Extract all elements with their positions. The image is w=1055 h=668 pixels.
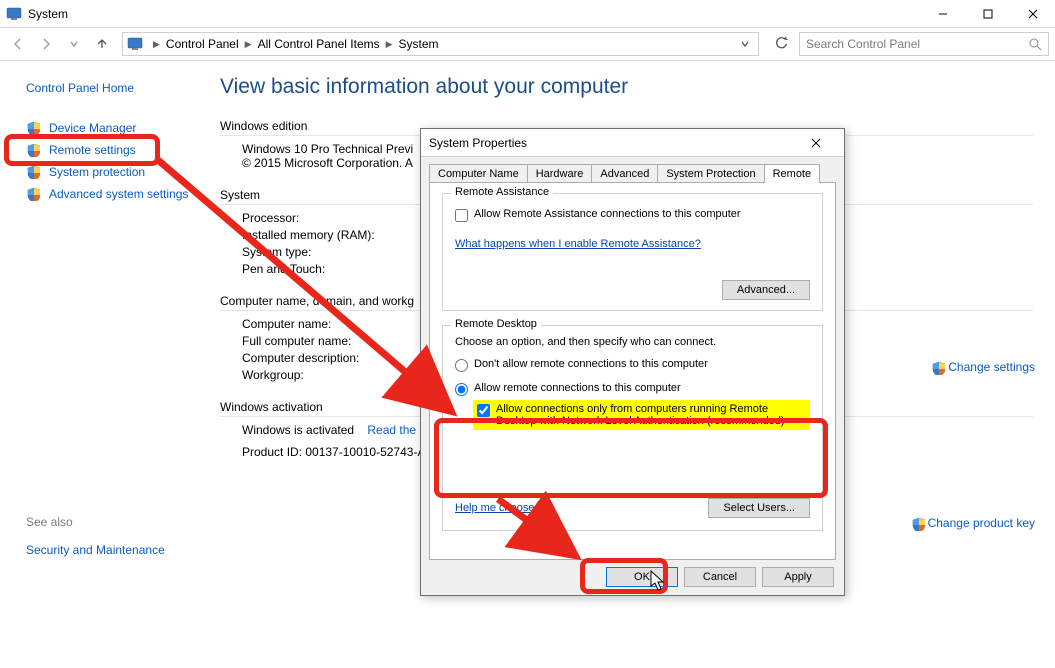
group-remote-desktop: Remote Desktop Choose an option, and the… (442, 325, 823, 531)
group-legend: Remote Assistance (451, 186, 553, 198)
read-license-link[interactable]: Read the l (367, 423, 422, 437)
label-full-computer-name: Full computer name: (242, 334, 420, 348)
dialog-button-row: OK Cancel Apply (606, 567, 834, 587)
shield-icon (26, 187, 40, 201)
group-legend: Remote Desktop (451, 318, 541, 330)
change-product-key-link[interactable]: Change product key (911, 516, 1035, 531)
change-settings-link[interactable]: Change settings (931, 360, 1035, 375)
shield-icon (26, 121, 40, 135)
window-title: System (28, 7, 920, 21)
tab-body-remote: Remote Assistance Allow Remote Assistanc… (429, 182, 836, 560)
chevron-right-icon[interactable]: ▶ (153, 39, 160, 50)
breadcrumb-dropdown[interactable] (736, 39, 754, 49)
checkbox-nla-only[interactable]: Allow connections only from computers ru… (473, 400, 810, 430)
sidebar-item-remote-settings[interactable]: Remote settings (26, 139, 210, 161)
select-users-button[interactable]: Select Users... (708, 498, 810, 518)
ok-button[interactable]: OK (606, 567, 678, 587)
search-icon (1028, 37, 1042, 51)
checkbox-allow-remote-assistance[interactable]: Allow Remote Assistance connections to t… (455, 208, 810, 222)
maximize-button[interactable] (965, 0, 1010, 28)
see-also-link[interactable]: Security and Maintenance (26, 543, 210, 557)
tab-computer-name[interactable]: Computer Name (429, 164, 528, 183)
window-titlebar: System (0, 0, 1055, 28)
dialog-title: System Properties (429, 136, 796, 150)
label-pen-touch: Pen and Touch: (242, 262, 420, 276)
breadcrumb-item[interactable]: Control Panel (164, 37, 241, 51)
breadcrumb-item[interactable]: All Control Panel Items (256, 37, 382, 51)
sidebar-item-system-protection[interactable]: System protection (26, 161, 210, 183)
see-also-label: See also (26, 515, 210, 529)
minimize-button[interactable] (920, 0, 965, 28)
forward-button[interactable] (34, 32, 58, 56)
recent-button[interactable] (62, 32, 86, 56)
label-ram: Installed memory (RAM): (242, 228, 420, 242)
advanced-button[interactable]: Advanced... (722, 280, 810, 300)
search-input[interactable]: Search Control Panel (799, 32, 1049, 56)
monitor-icon (127, 36, 143, 52)
remote-desktop-intro: Choose an option, and then specify who c… (455, 336, 810, 348)
link-what-happens-remote-assistance[interactable]: What happens when I enable Remote Assist… (455, 238, 701, 250)
page-title: View basic information about your comput… (220, 75, 1033, 99)
dialog-tabs: Computer Name Hardware Advanced System P… (421, 157, 844, 182)
search-placeholder: Search Control Panel (806, 37, 1028, 51)
breadcrumb[interactable]: ▶ Control Panel ▶ All Control Panel Item… (122, 32, 759, 56)
refresh-button[interactable] (767, 36, 795, 53)
system-properties-dialog: System Properties Computer Name Hardware… (420, 128, 845, 596)
sidebar-item-advanced-system-settings[interactable]: Advanced system settings (26, 183, 210, 205)
label-workgroup: Workgroup: (242, 368, 420, 382)
app-icon (6, 6, 22, 22)
tab-system-protection[interactable]: System Protection (657, 164, 764, 183)
dialog-titlebar: System Properties (421, 129, 844, 157)
tab-advanced[interactable]: Advanced (591, 164, 658, 183)
breadcrumb-item[interactable]: System (397, 37, 441, 51)
back-button[interactable] (6, 32, 30, 56)
label-processor: Processor: (242, 211, 420, 225)
label-computer-name: Computer name: (242, 317, 420, 331)
shield-icon (26, 165, 40, 179)
nav-bar: ▶ Control Panel ▶ All Control Panel Item… (0, 28, 1055, 61)
cancel-button[interactable]: Cancel (684, 567, 756, 587)
shield-icon (911, 517, 925, 531)
chevron-right-icon[interactable]: ▶ (245, 39, 252, 50)
control-panel-home-link[interactable]: Control Panel Home (26, 81, 210, 95)
up-button[interactable] (90, 32, 114, 56)
dialog-close-button[interactable] (796, 130, 836, 156)
radio-allow-remote[interactable]: Allow remote connections to this compute… (455, 382, 810, 396)
chevron-right-icon[interactable]: ▶ (386, 39, 393, 50)
close-button[interactable] (1010, 0, 1055, 28)
label-system-type: System type: (242, 245, 420, 259)
sidebar-item-device-manager[interactable]: Device Manager (26, 117, 210, 139)
shield-icon (931, 361, 945, 375)
link-help-me-choose[interactable]: Help me choose (455, 502, 535, 514)
shield-icon (26, 143, 40, 157)
tab-hardware[interactable]: Hardware (527, 164, 593, 183)
radio-dont-allow-remote[interactable]: Don't allow remote connections to this c… (455, 358, 810, 372)
group-remote-assistance: Remote Assistance Allow Remote Assistanc… (442, 193, 823, 311)
tab-remote[interactable]: Remote (764, 164, 821, 183)
sidebar: Control Panel Home Device Manager Remote… (0, 61, 210, 668)
label-computer-description: Computer description: (242, 351, 420, 365)
apply-button[interactable]: Apply (762, 567, 834, 587)
